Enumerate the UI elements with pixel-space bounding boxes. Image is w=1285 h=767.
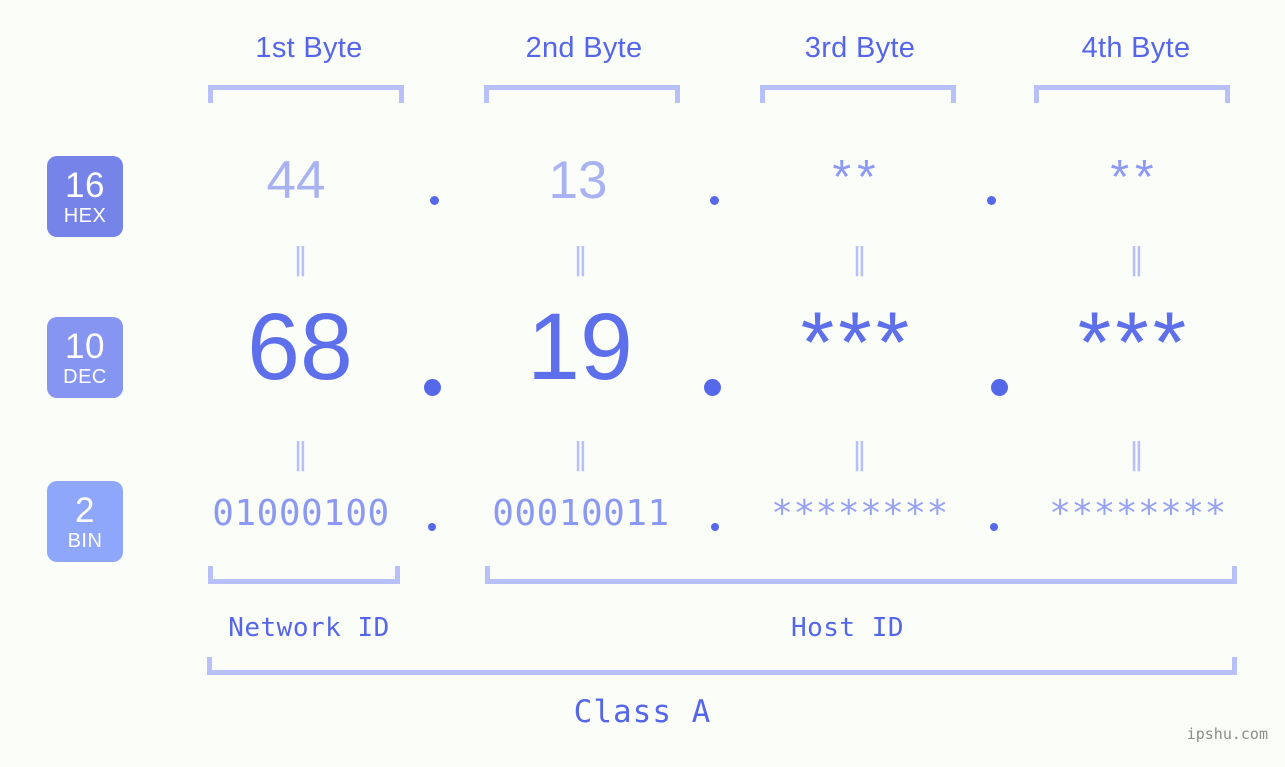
byte-bracket-1 bbox=[208, 85, 404, 103]
equals-mark-hex-dec-4: ‖ bbox=[1129, 242, 1145, 277]
host-id-label: Host ID bbox=[790, 613, 905, 643]
base-badge-dec-abbr: DEC bbox=[63, 365, 107, 388]
hex-dot-3 bbox=[987, 196, 996, 205]
dec-dot-2 bbox=[704, 379, 721, 396]
dec-byte-3: *** bbox=[800, 295, 914, 391]
byte-header-4: 4th Byte bbox=[1081, 32, 1191, 64]
hex-byte-3: ** bbox=[832, 151, 882, 204]
base-badge-bin-abbr: BIN bbox=[67, 529, 103, 552]
class-bracket bbox=[207, 657, 1237, 675]
byte-bracket-4 bbox=[1034, 85, 1230, 103]
dec-byte-1: 68 bbox=[247, 294, 353, 400]
network-id-bracket bbox=[208, 566, 400, 584]
hex-dot-2 bbox=[710, 196, 719, 205]
bin-dot-2 bbox=[711, 523, 719, 531]
bin-byte-1: 01000100 bbox=[212, 493, 390, 534]
equals-mark-dec-bin-4: ‖ bbox=[1129, 437, 1145, 472]
equals-mark-hex-dec-2: ‖ bbox=[573, 242, 589, 277]
class-label: Class A bbox=[573, 694, 712, 730]
base-badge-dec[interactable]: 10 DEC bbox=[47, 317, 123, 398]
byte-header-1: 1st Byte bbox=[255, 32, 363, 64]
network-id-label: Network ID bbox=[228, 613, 390, 643]
base-badge-bin[interactable]: 2 BIN bbox=[47, 481, 123, 562]
bin-byte-2: 00010011 bbox=[492, 493, 670, 534]
dec-byte-2: 19 bbox=[527, 294, 633, 400]
base-badge-bin-number: 2 bbox=[75, 490, 95, 530]
hex-byte-1: 44 bbox=[266, 151, 326, 210]
equals-mark-dec-bin-2: ‖ bbox=[573, 437, 589, 472]
bin-byte-4: ******** bbox=[1049, 493, 1227, 534]
equals-mark-hex-dec-3: ‖ bbox=[852, 242, 868, 277]
hex-byte-4: ** bbox=[1110, 151, 1160, 204]
base-badge-hex-number: 16 bbox=[65, 165, 105, 205]
byte-bracket-2 bbox=[484, 85, 680, 103]
equals-mark-dec-bin-3: ‖ bbox=[852, 437, 868, 472]
dec-dot-1 bbox=[424, 379, 441, 396]
base-badge-hex-abbr: HEX bbox=[63, 204, 107, 227]
base-badge-dec-number: 10 bbox=[65, 326, 105, 366]
byte-bracket-3 bbox=[760, 85, 956, 103]
ip-breakdown-diagram: 1st Byte 2nd Byte 3rd Byte 4th Byte 16 H… bbox=[0, 0, 1285, 767]
equals-mark-hex-dec-1: ‖ bbox=[293, 242, 309, 277]
site-watermark: ipshu.com bbox=[1186, 725, 1268, 743]
host-id-bracket bbox=[485, 566, 1237, 584]
byte-header-3: 3rd Byte bbox=[804, 32, 916, 64]
dec-dot-3 bbox=[991, 379, 1008, 396]
byte-header-2: 2nd Byte bbox=[525, 32, 643, 64]
base-badge-hex[interactable]: 16 HEX bbox=[47, 156, 123, 237]
bin-byte-3: ******** bbox=[771, 493, 949, 534]
bin-dot-1 bbox=[428, 523, 436, 531]
dec-byte-4: *** bbox=[1077, 295, 1191, 391]
equals-mark-dec-bin-1: ‖ bbox=[293, 437, 309, 472]
bin-dot-3 bbox=[990, 523, 998, 531]
hex-byte-2: 13 bbox=[548, 151, 608, 210]
hex-dot-1 bbox=[430, 196, 439, 205]
